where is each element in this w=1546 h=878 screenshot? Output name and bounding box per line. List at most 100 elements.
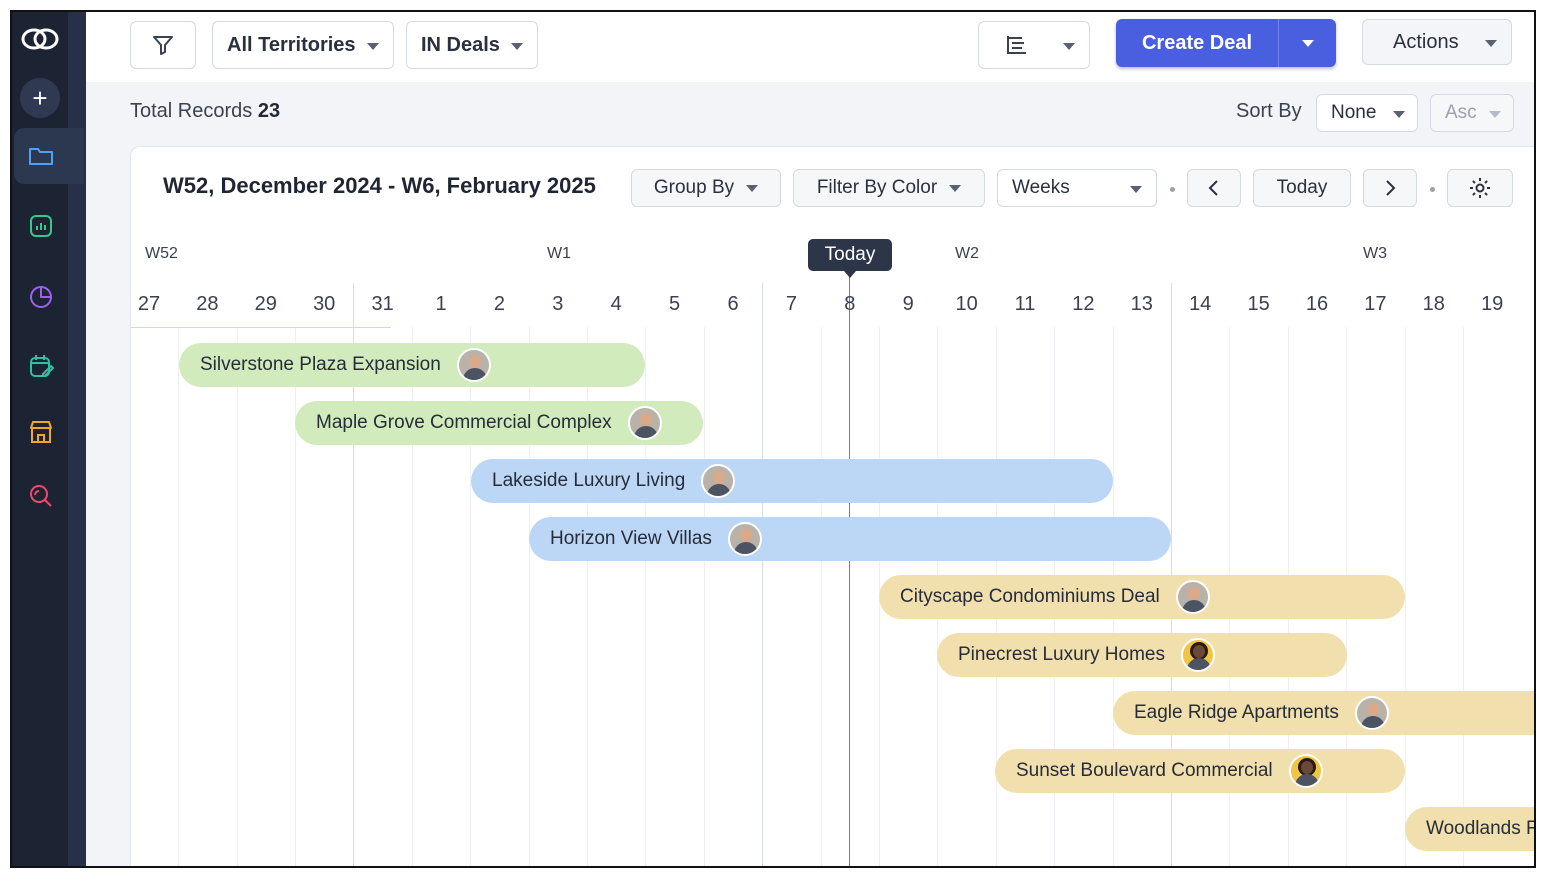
day-label: 6 xyxy=(727,293,739,315)
filter-by-color-label: Filter By Color xyxy=(816,177,938,198)
sidebar-item-reports[interactable] xyxy=(14,198,68,254)
deals-filter-label: IN Deals xyxy=(421,33,500,56)
create-deal-label: Create Deal xyxy=(1141,31,1253,54)
chevron-down-icon xyxy=(511,43,523,50)
deal-bar[interactable]: Pinecrest Luxury Homes xyxy=(937,633,1347,677)
chevron-down-icon xyxy=(1485,40,1497,47)
add-icon[interactable]: + xyxy=(20,78,60,118)
deal-bar[interactable]: Maple Grove Commercial Complex xyxy=(295,401,703,445)
week-label: W52 xyxy=(145,245,178,262)
sidebar-item-activities[interactable] xyxy=(14,338,68,394)
total-records: Total Records 23 xyxy=(130,100,280,123)
app-logo-icon[interactable] xyxy=(20,24,60,54)
calendar-edit-icon xyxy=(30,355,55,377)
deal-bar[interactable]: Cityscape Condominiums Deal xyxy=(879,575,1405,619)
create-deal-dropdown[interactable] xyxy=(1278,19,1336,67)
sort-order-value: Asc xyxy=(1445,102,1477,123)
chevron-down-icon xyxy=(1393,111,1405,118)
deal-name: Cityscape Condominiums Deal xyxy=(900,586,1160,607)
timescale-value: Weeks xyxy=(1012,177,1070,198)
sort-field-select[interactable]: None xyxy=(1316,94,1418,132)
today-marker xyxy=(849,275,850,866)
sidebar-item-folders[interactable] xyxy=(14,128,84,184)
territory-label: All Territories xyxy=(227,33,356,56)
grid-line xyxy=(821,327,822,866)
deal-bar[interactable]: Lakeside Luxury Living xyxy=(471,459,1113,503)
deal-bar[interactable]: Woodlands F xyxy=(1405,807,1534,851)
total-records-label: Total Records xyxy=(130,100,253,122)
day-label: 3 xyxy=(552,293,564,315)
store-icon xyxy=(30,421,52,443)
top-toolbar: All Territories IN Deals Create Deal Act… xyxy=(86,12,1534,82)
avatar xyxy=(1175,580,1210,614)
app-window: + All Territories IN Deals Create Deal A… xyxy=(10,10,1536,868)
day-label: 27 xyxy=(137,293,161,315)
grid-line xyxy=(295,327,296,866)
chevron-right-icon xyxy=(1386,180,1396,196)
separator-dot xyxy=(1430,187,1435,192)
avatar xyxy=(701,464,736,498)
separator-dot xyxy=(1170,187,1175,192)
grid-line xyxy=(1463,327,1464,866)
week-label: W1 xyxy=(547,245,571,262)
grid-line xyxy=(1405,327,1406,866)
previous-button[interactable] xyxy=(1187,169,1241,207)
timescale-select[interactable]: Weeks xyxy=(997,169,1157,207)
search-icon xyxy=(30,485,52,507)
sidebar-item-marketplace[interactable] xyxy=(14,404,68,460)
chevron-down-icon xyxy=(746,184,759,192)
day-label: 31 xyxy=(371,293,394,315)
deal-name: Sunset Boulevard Commercial xyxy=(1016,760,1273,781)
sort-order-select[interactable]: Asc xyxy=(1430,94,1514,132)
deal-bar[interactable]: Sunset Boulevard Commercial xyxy=(995,749,1405,793)
group-by-select[interactable]: Group By xyxy=(631,169,781,207)
today-tooltip: Today xyxy=(808,239,892,278)
total-records-count: 23 xyxy=(257,100,281,122)
deal-name: Pinecrest Luxury Homes xyxy=(958,644,1165,665)
pie-chart-icon xyxy=(30,286,52,308)
week-label: W2 xyxy=(955,245,979,262)
deal-name: Maple Grove Commercial Complex xyxy=(316,412,612,433)
filter-by-color-select[interactable]: Filter By Color xyxy=(793,169,985,207)
sidebar-item-analytics[interactable] xyxy=(14,268,68,324)
today-button-label: Today xyxy=(1276,177,1328,198)
day-label: 8 xyxy=(844,293,856,315)
deal-name: Silverstone Plaza Expansion xyxy=(200,354,441,375)
filter-button[interactable] xyxy=(130,21,196,69)
actions-button[interactable]: Actions xyxy=(1362,19,1512,65)
day-label: 15 xyxy=(1247,293,1270,315)
view-switcher[interactable] xyxy=(978,21,1090,69)
deal-bar[interactable]: Silverstone Plaza Expansion xyxy=(179,343,645,387)
folder-icon xyxy=(29,148,53,165)
sidebar-item-search[interactable] xyxy=(14,468,68,524)
territory-select[interactable]: All Territories xyxy=(212,21,394,69)
settings-button[interactable] xyxy=(1447,169,1513,207)
day-label: 9 xyxy=(902,293,914,315)
report-icon xyxy=(30,215,52,237)
day-label: 18 xyxy=(1422,293,1445,315)
day-label: 17 xyxy=(1364,293,1387,315)
day-label: 16 xyxy=(1305,293,1329,315)
deal-bar[interactable]: Eagle Ridge Apartments xyxy=(1113,691,1534,735)
deal-bar[interactable]: Horizon View Villas xyxy=(529,517,1171,561)
avatar xyxy=(1288,754,1323,788)
sidebar: + xyxy=(12,12,86,866)
timeline-view-icon xyxy=(1007,36,1026,54)
deals-filter-select[interactable]: IN Deals xyxy=(406,21,538,69)
create-deal-button[interactable]: Create Deal xyxy=(1116,19,1336,67)
grid-line xyxy=(237,327,238,866)
next-button[interactable] xyxy=(1363,169,1417,207)
day-label: 29 xyxy=(254,293,277,315)
filter-icon xyxy=(153,36,173,55)
day-label: 14 xyxy=(1189,293,1212,315)
timeline-panel: W52, December 2024 - W6, February 2025 G… xyxy=(130,146,1534,866)
day-label: 4 xyxy=(610,293,622,315)
deal-name: Horizon View Villas xyxy=(550,528,712,549)
chevron-down-icon xyxy=(1489,111,1501,118)
today-button[interactable]: Today xyxy=(1253,169,1351,207)
grid-line xyxy=(762,283,763,866)
avatar xyxy=(1354,696,1389,730)
day-label: 12 xyxy=(1072,293,1095,315)
actions-label: Actions xyxy=(1393,30,1459,53)
grid-line xyxy=(704,327,705,866)
